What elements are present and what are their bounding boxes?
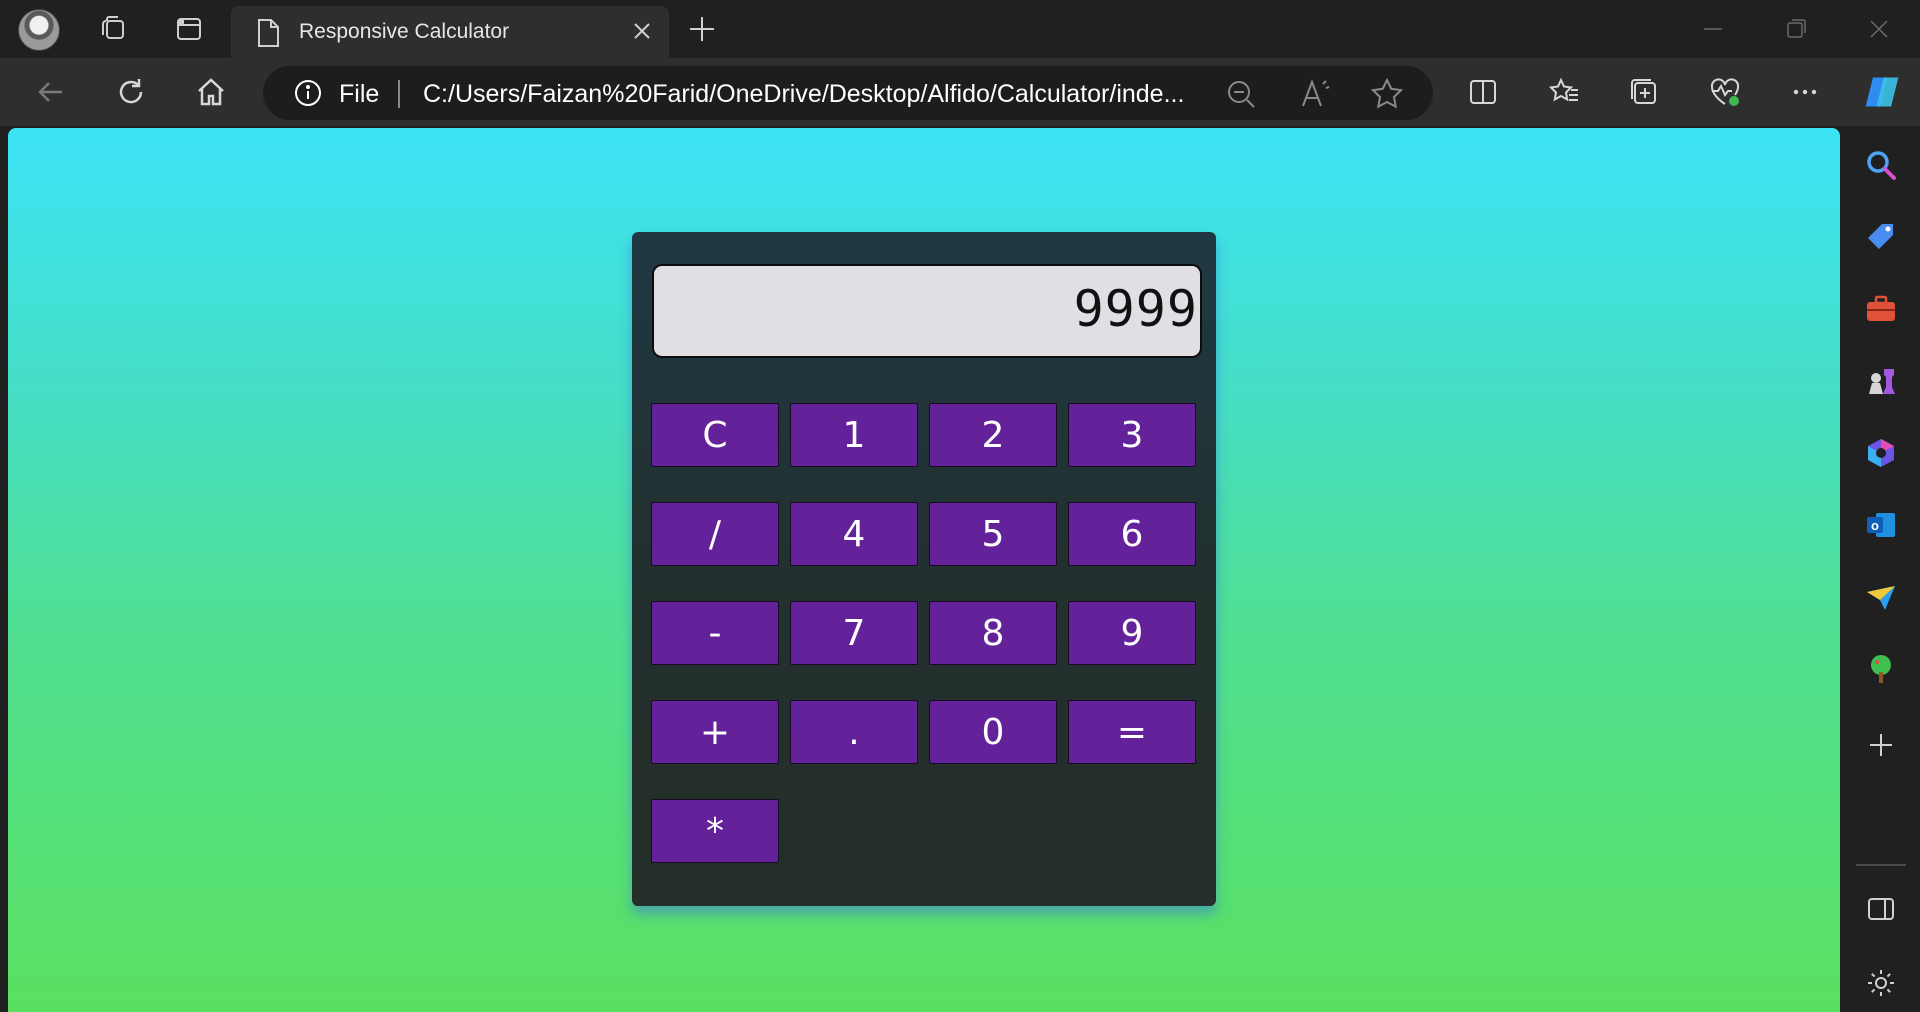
zoom-out-icon[interactable]	[1221, 74, 1261, 114]
page-viewport: 9999 C 1 2 3 / 4 5 6 - 7 8 9 + . 0 = *	[8, 128, 1840, 1012]
hide-sidebar-icon[interactable]	[1860, 888, 1902, 930]
address-bar[interactable]: File C:/Users/Faizan%20Farid/OneDrive/De…	[263, 66, 1433, 120]
key-equals[interactable]: =	[1068, 700, 1196, 764]
calculator-display: 9999	[652, 264, 1202, 358]
key-8[interactable]: 8	[929, 601, 1057, 665]
sidebar-divider	[1856, 864, 1906, 866]
home-icon[interactable]	[191, 72, 231, 112]
drop-send-icon[interactable]	[1860, 576, 1902, 618]
close-window-icon[interactable]	[1862, 12, 1896, 46]
svg-text:o: o	[1871, 518, 1879, 533]
split-screen-icon[interactable]	[1463, 72, 1503, 112]
tab-active[interactable]: Responsive Calculator	[231, 6, 669, 58]
microsoft-365-icon[interactable]	[1860, 432, 1902, 474]
key-divide[interactable]: /	[651, 502, 779, 566]
key-6[interactable]: 6	[1068, 502, 1196, 566]
key-decimal[interactable]: .	[790, 700, 918, 764]
key-3[interactable]: 3	[1068, 403, 1196, 467]
key-0[interactable]: 0	[929, 700, 1057, 764]
restore-icon[interactable]	[1779, 12, 1813, 46]
key-5[interactable]: 5	[929, 502, 1057, 566]
favorites-icon[interactable]	[1544, 72, 1584, 112]
new-tab-icon[interactable]	[684, 11, 720, 47]
page-icon	[258, 19, 279, 47]
key-plus[interactable]: +	[651, 700, 779, 764]
tab-actions-icon[interactable]	[169, 9, 209, 49]
settings-gear-icon[interactable]	[1860, 962, 1902, 1004]
key-1[interactable]: 1	[790, 403, 918, 467]
tools-briefcase-icon[interactable]	[1860, 288, 1902, 330]
url-text[interactable]: C:/Users/Faizan%20Farid/OneDrive/Desktop…	[423, 80, 1184, 109]
browser-essentials-icon[interactable]	[1705, 72, 1745, 112]
back-icon[interactable]	[31, 72, 71, 112]
navigation-bar: File C:/Users/Faizan%20Farid/OneDrive/De…	[0, 58, 1920, 126]
tree-icon[interactable]	[1860, 648, 1902, 690]
tab-title: Responsive Calculator	[299, 20, 510, 43]
key-4[interactable]: 4	[790, 502, 918, 566]
key-9[interactable]: 9	[1068, 601, 1196, 665]
games-icon[interactable]	[1860, 360, 1902, 402]
key-minus[interactable]: -	[651, 601, 779, 665]
key-clear[interactable]: C	[651, 403, 779, 467]
close-tab-icon[interactable]	[627, 16, 657, 46]
profile-avatar[interactable]	[18, 9, 60, 51]
key-2[interactable]: 2	[929, 403, 1057, 467]
shopping-tag-icon[interactable]	[1860, 216, 1902, 258]
more-options-icon[interactable]	[1785, 72, 1825, 112]
read-aloud-icon[interactable]	[1295, 74, 1335, 114]
key-multiply[interactable]: *	[651, 799, 779, 863]
address-divider	[398, 80, 400, 108]
copilot-icon[interactable]	[1862, 72, 1902, 112]
workspaces-icon[interactable]	[93, 9, 133, 49]
favorite-star-icon[interactable]	[1367, 74, 1407, 114]
outlook-icon[interactable]: o	[1860, 504, 1902, 546]
scheme-label: File	[339, 80, 380, 108]
edge-sidebar: o	[1842, 126, 1920, 1012]
add-sidebar-app-icon[interactable]	[1860, 724, 1902, 766]
calculator: 9999 C 1 2 3 / 4 5 6 - 7 8 9 + . 0 = *	[632, 232, 1216, 906]
info-icon[interactable]	[293, 78, 323, 108]
key-7[interactable]: 7	[790, 601, 918, 665]
title-bar: Responsive Calculator	[0, 0, 1920, 58]
collections-icon[interactable]	[1624, 72, 1664, 112]
search-icon[interactable]	[1860, 144, 1902, 186]
refresh-icon[interactable]	[111, 72, 151, 112]
minimize-icon[interactable]	[1696, 12, 1730, 46]
